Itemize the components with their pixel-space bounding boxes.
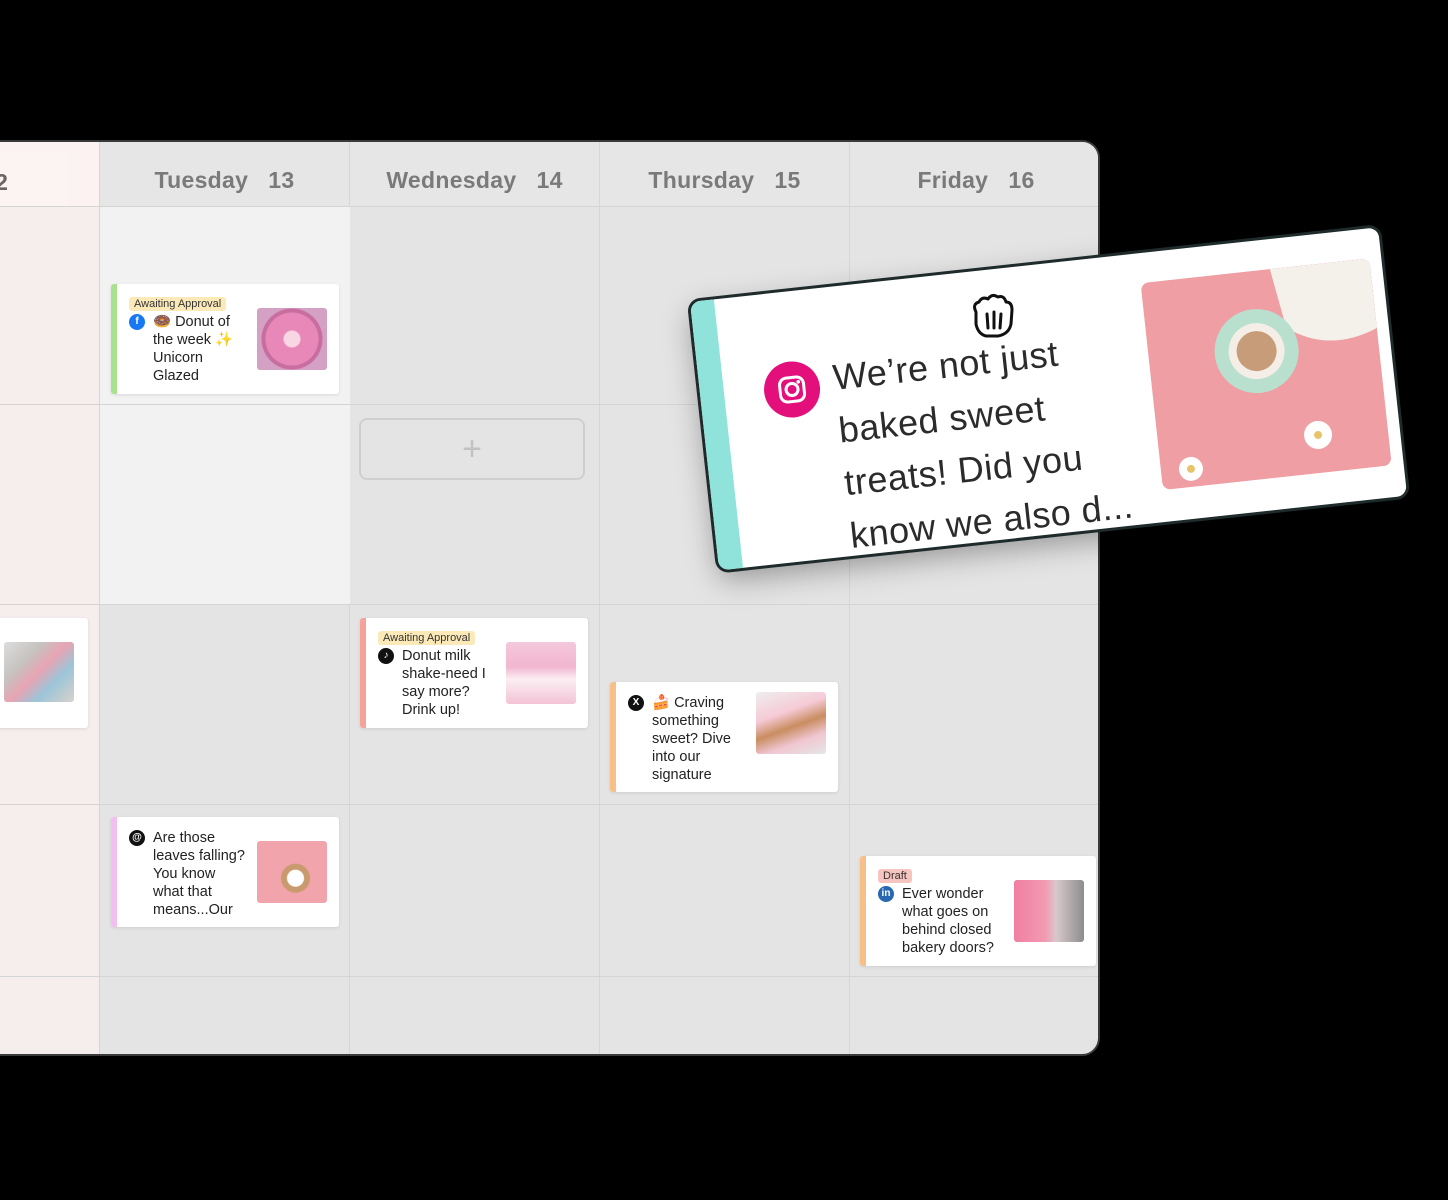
day-date: 12 bbox=[0, 169, 8, 195]
post-text: Ever wonder what goes on behind closed b… bbox=[902, 886, 994, 956]
day-date: 16 bbox=[1008, 167, 1035, 193]
day-column-thursday[interactable]: Thursday 15 bbox=[600, 142, 850, 1054]
facebook-icon: f bbox=[129, 314, 145, 330]
post-card[interactable]: Awaiting Approval ♪ Donut milk shake-nee… bbox=[360, 618, 588, 728]
x-icon: X bbox=[628, 695, 644, 711]
post-thumbnail bbox=[257, 841, 327, 903]
status-badge: Awaiting Approval bbox=[378, 631, 476, 645]
post-thumbnail bbox=[1014, 880, 1084, 942]
post-card[interactable]: @ Are those leaves falling? You know wha… bbox=[111, 817, 339, 927]
post-text: 🍩 Donut of the week ✨ Unicorn Glazed bbox=[153, 314, 234, 384]
post-card[interactable] bbox=[0, 618, 88, 728]
post-status-bar bbox=[111, 284, 117, 394]
day-date: 13 bbox=[268, 167, 295, 193]
plus-icon: + bbox=[462, 429, 482, 468]
day-header-thursday: Thursday 15 bbox=[600, 150, 849, 204]
status-badge: Awaiting Approval bbox=[129, 297, 227, 311]
day-date: 15 bbox=[774, 167, 801, 193]
post-text: Are those leaves falling? You know what … bbox=[153, 830, 245, 918]
tiktok-icon: ♪ bbox=[378, 648, 394, 664]
add-post-button[interactable]: + bbox=[359, 418, 585, 480]
day-name: Thursday bbox=[648, 167, 755, 193]
post-thumbnail bbox=[1140, 258, 1392, 491]
post-text: 🍰 Craving something sweet? Dive into our… bbox=[652, 695, 731, 783]
day-name: Tuesday bbox=[154, 167, 249, 193]
row-divider bbox=[0, 206, 1098, 207]
post-text: Donut milk shake-need I say more? Drink … bbox=[402, 648, 486, 718]
day-column-12[interactable]: 12 bbox=[0, 142, 100, 1054]
day-name: Wednesday bbox=[386, 167, 517, 193]
post-card[interactable]: X 🍰 Craving something sweet? Dive into o… bbox=[610, 682, 838, 792]
post-thumbnail bbox=[506, 642, 576, 704]
post-status-bar bbox=[610, 682, 616, 792]
day-column-wednesday[interactable]: Wednesday 14 bbox=[350, 142, 600, 1054]
day-header-tuesday: Tuesday 13 bbox=[100, 150, 349, 204]
threads-icon: @ bbox=[129, 830, 145, 846]
row-divider bbox=[0, 804, 1098, 805]
day-header-12: 12 bbox=[0, 152, 68, 206]
day-date: 14 bbox=[536, 167, 563, 193]
day-header-wednesday: Wednesday 14 bbox=[350, 150, 599, 204]
post-status-bar bbox=[860, 856, 866, 966]
post-thumbnail bbox=[257, 308, 327, 370]
row-divider bbox=[0, 604, 1098, 605]
status-badge: Draft bbox=[878, 869, 912, 883]
grab-hand-icon bbox=[966, 290, 1018, 340]
post-text: We’re not just baked sweet treats! Did y… bbox=[830, 332, 1136, 556]
highlighted-slot[interactable] bbox=[100, 206, 350, 604]
day-header-friday: Friday 16 bbox=[850, 150, 1098, 204]
post-card[interactable]: Awaiting Approval f 🍩 Donut of the week … bbox=[111, 284, 339, 394]
day-name: Friday bbox=[917, 167, 989, 193]
post-thumbnail bbox=[756, 692, 826, 754]
post-status-bar bbox=[111, 817, 117, 927]
linkedin-icon: in bbox=[878, 886, 894, 902]
instagram-icon bbox=[761, 358, 823, 421]
post-card[interactable]: Draft in Ever wonder what goes on behind… bbox=[860, 856, 1096, 966]
post-thumbnail bbox=[4, 642, 74, 702]
row-divider bbox=[0, 976, 1098, 977]
post-status-bar bbox=[360, 618, 366, 728]
